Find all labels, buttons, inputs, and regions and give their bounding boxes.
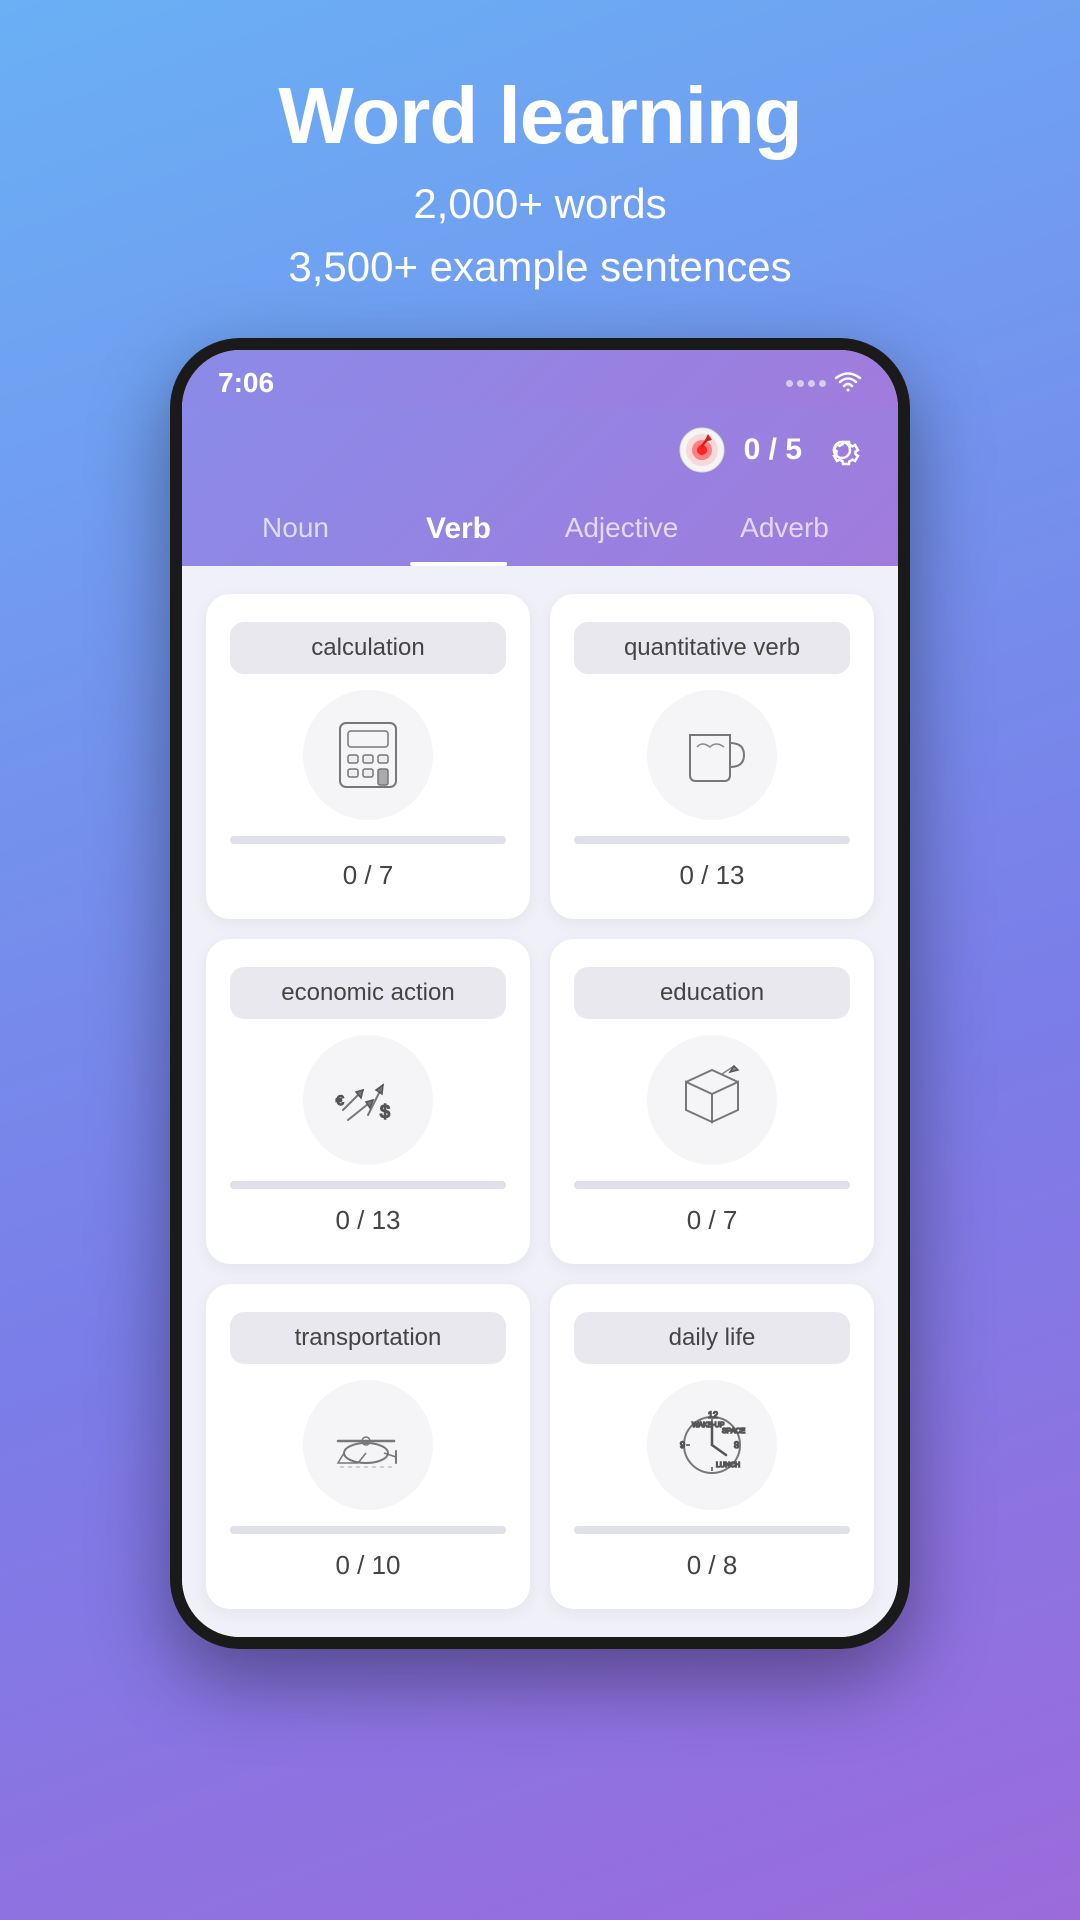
- card-transportation[interactable]: transportation: [206, 1284, 530, 1609]
- cards-grid: calculation: [206, 594, 874, 1609]
- svg-text:$: $: [380, 1102, 390, 1122]
- svg-text:12: 12: [708, 1410, 718, 1420]
- card-progress-education: [574, 1181, 850, 1189]
- card-progress-calculation: [230, 836, 506, 844]
- card-score-transportation: 0 / 10: [335, 1550, 400, 1581]
- svg-text:€: €: [336, 1092, 344, 1108]
- card-label-quantitative: quantitative verb: [574, 622, 850, 674]
- card-icon-economic: $ €: [303, 1035, 433, 1165]
- svg-text:LUNCH: LUNCH: [716, 1462, 740, 1469]
- gear-icon[interactable]: [818, 426, 866, 474]
- card-economic-action[interactable]: economic action $ €: [206, 939, 530, 1264]
- status-time: 7:06: [218, 367, 274, 399]
- signal-dots: [786, 380, 826, 387]
- card-quantitative-verb[interactable]: quantitative verb 0 / 13: [550, 594, 874, 919]
- card-label-economic: economic action: [230, 967, 506, 1019]
- card-icon-education: [647, 1035, 777, 1165]
- tab-verb[interactable]: Verb: [377, 496, 540, 566]
- card-education[interactable]: education 0 / 7: [550, 939, 874, 1264]
- header-section: Word learning 2,000+ words 3,500+ exampl…: [278, 0, 801, 338]
- card-score-economic: 0 / 13: [335, 1205, 400, 1236]
- tab-adverb[interactable]: Adverb: [703, 496, 866, 566]
- card-progress-daily-life: [574, 1526, 850, 1534]
- card-icon-quantitative: [647, 690, 777, 820]
- app-subtitle: 2,000+ words 3,500+ example sentences: [278, 172, 801, 298]
- svg-text:3: 3: [734, 1440, 739, 1450]
- book-icon: [672, 1060, 752, 1140]
- card-score-education: 0 / 7: [687, 1205, 738, 1236]
- card-score-quantitative: 0 / 13: [679, 860, 744, 891]
- svg-text:SPACE: SPACE: [722, 1428, 746, 1435]
- tab-noun[interactable]: Noun: [214, 496, 377, 566]
- card-label-transportation: transportation: [230, 1312, 506, 1364]
- tabs-bar: Noun Verb Adjective Adverb: [214, 496, 866, 566]
- wifi-icon: [834, 372, 862, 394]
- mug-icon: [672, 715, 752, 795]
- card-calculation[interactable]: calculation: [206, 594, 530, 919]
- card-progress-economic: [230, 1181, 506, 1189]
- tab-adjective[interactable]: Adjective: [540, 496, 703, 566]
- phone-frame: 7:06: [170, 338, 910, 1649]
- card-icon-transportation: [303, 1380, 433, 1510]
- status-bar: 7:06: [182, 350, 898, 408]
- card-progress-quantitative: [574, 836, 850, 844]
- app-header-top: 0 / 5: [214, 424, 866, 476]
- card-icon-daily-life: 12 3 9 WAKE-UP LUNCH SPACE: [647, 1380, 777, 1510]
- target-icon: [676, 424, 728, 476]
- card-label-education: education: [574, 967, 850, 1019]
- card-daily-life[interactable]: daily life 1: [550, 1284, 874, 1609]
- score-display: 0 / 5: [744, 433, 802, 467]
- svg-text:9: 9: [680, 1440, 685, 1450]
- arrows-icon: $ €: [328, 1060, 408, 1140]
- app-title: Word learning: [278, 70, 801, 162]
- card-icon-calculation: [303, 690, 433, 820]
- clock-icon: 12 3 9 WAKE-UP LUNCH SPACE: [672, 1405, 752, 1485]
- calculator-icon: [328, 715, 408, 795]
- content-area: calculation: [182, 566, 898, 1637]
- status-icons: [786, 372, 862, 394]
- card-progress-transportation: [230, 1526, 506, 1534]
- helicopter-icon: [328, 1405, 408, 1485]
- card-score-daily-life: 0 / 8: [687, 1550, 738, 1581]
- card-score-calculation: 0 / 7: [343, 860, 394, 891]
- card-label-daily-life: daily life: [574, 1312, 850, 1364]
- card-label-calculation: calculation: [230, 622, 506, 674]
- app-header: 0 / 5 Noun Verb Adjective: [182, 408, 898, 566]
- phone-screen: 7:06: [182, 350, 898, 1637]
- svg-text:WAKE-UP: WAKE-UP: [692, 1422, 725, 1429]
